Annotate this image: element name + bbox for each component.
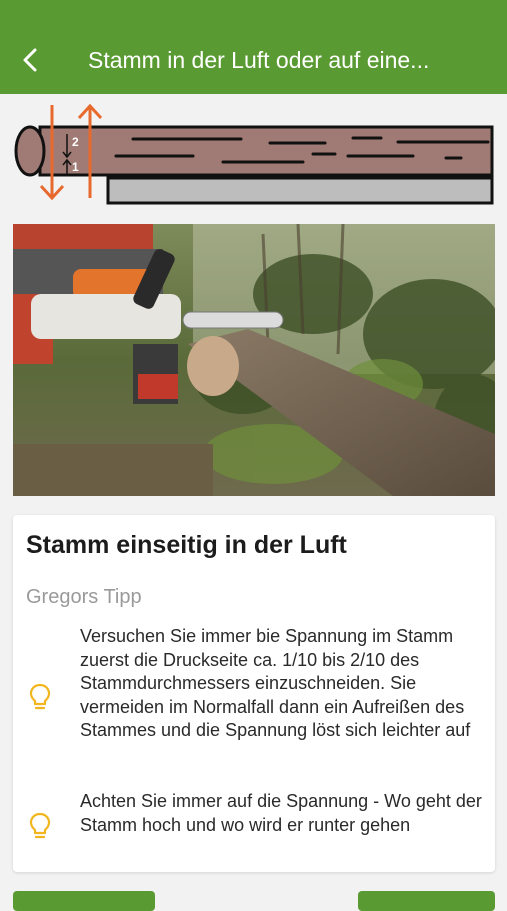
measure-label-2: 2: [72, 135, 79, 149]
tip-card: Stamm einseitig in der Luft Gregors Tipp…: [13, 515, 495, 872]
log-body: [38, 125, 494, 177]
tip-text: Versuchen Sie immer bie Spannung im Stam…: [80, 626, 471, 740]
ground-block: [106, 176, 494, 205]
lightbulb-icon: [29, 683, 51, 710]
chevron-left-icon: [23, 48, 37, 72]
tip-text: Achten Sie immer auf die Spannung - Wo g…: [80, 791, 482, 835]
page-title: Stamm in der Luft oder auf eine...: [88, 47, 430, 73]
measure-label-1: 1: [72, 160, 79, 174]
back-button[interactable]: [14, 44, 46, 76]
chainsaw-photo-illustration: [13, 224, 495, 496]
next-button[interactable]: [358, 891, 495, 911]
card-title: Stamm einseitig in der Luft: [26, 531, 347, 559]
cut-diagram: 2 1: [14, 103, 494, 205]
chainsaw-photo: [13, 224, 495, 496]
previous-button[interactable]: [13, 891, 155, 911]
app-bar: Stamm in der Luft oder auf eine...: [0, 0, 507, 94]
lightbulb-icon: [29, 812, 51, 839]
log-end: [14, 125, 46, 177]
card-subtitle: Gregors Tipp: [26, 586, 142, 608]
